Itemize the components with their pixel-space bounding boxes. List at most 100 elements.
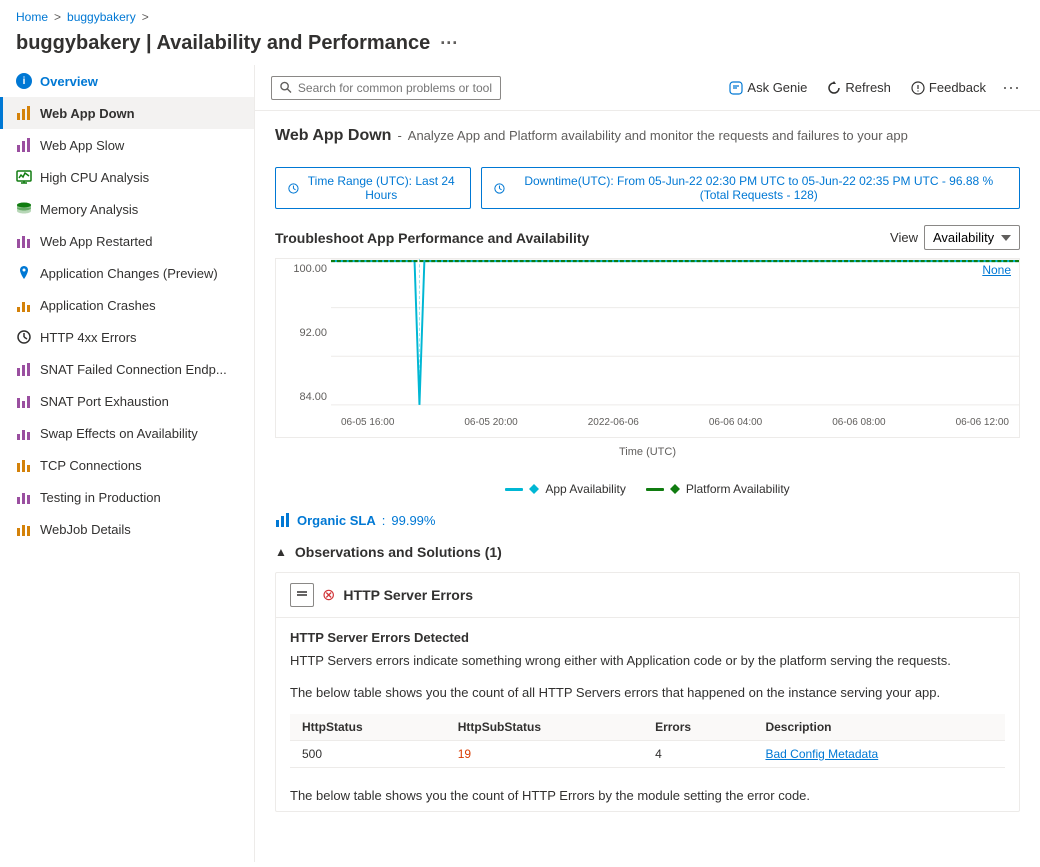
sidebar-overview-label: Overview <box>40 74 98 89</box>
sidebar-high-cpu-label: High CPU Analysis <box>40 170 149 185</box>
chart-section: Troubleshoot App Performance and Availab… <box>275 225 1020 496</box>
section-heading: Web App Down - Analyze App and Platform … <box>275 127 1020 157</box>
main-content: Web App Down - Analyze App and Platform … <box>255 111 1040 862</box>
sidebar-item-overview[interactable]: i Overview <box>0 65 254 97</box>
breadcrumb: Home > buggybakery > <box>0 0 1040 28</box>
location-icon <box>16 265 32 281</box>
col-http-status: HttpStatus <box>290 714 446 741</box>
refresh-label: Refresh <box>845 80 891 95</box>
sidebar-item-high-cpu[interactable]: High CPU Analysis <box>0 161 254 193</box>
obs-detected-title: HTTP Server Errors Detected <box>290 630 1005 645</box>
legend-platform-color <box>646 488 664 491</box>
time-range-button[interactable]: Time Range (UTC): Last 24 Hours <box>275 167 471 209</box>
legend-platform-arrow <box>670 484 680 494</box>
chart-y-axis: 100.00 92.00 84.00 <box>276 259 331 407</box>
tcp-icon <box>16 457 32 473</box>
y-val-2: 92.00 <box>276 327 327 339</box>
x-label-3: 2022-06-06 <box>588 417 639 428</box>
obs-card-title: HTTP Server Errors <box>343 587 473 603</box>
chevron-up-icon: ▲ <box>275 545 287 559</box>
sidebar-snat-port-label: SNAT Port Exhaustion <box>40 394 169 409</box>
clock-icon-btn <box>288 182 299 195</box>
sidebar-testing-label: Testing in Production <box>40 490 161 505</box>
monitor-icon <box>16 169 32 185</box>
view-label: View <box>890 230 918 245</box>
obs-table-header-row: HttpStatus HttpSubStatus Errors Descript… <box>290 714 1005 741</box>
sidebar-webjob-label: WebJob Details <box>40 522 131 537</box>
chart-x-axis: 06-05 16:00 06-05 20:00 2022-06-06 06-06… <box>331 407 1019 437</box>
snat-failed-icon <box>16 361 32 377</box>
search-icon <box>280 81 292 94</box>
refresh-button[interactable]: Refresh <box>819 76 899 99</box>
sidebar-item-app-changes[interactable]: Application Changes (Preview) <box>0 257 254 289</box>
sla-bar-icon <box>275 512 291 528</box>
sla-separator: : <box>382 513 386 528</box>
y-val-1: 100.00 <box>276 263 327 275</box>
sidebar-item-swap-effects[interactable]: Swap Effects on Availability <box>0 417 254 449</box>
sla-value: 99.99% <box>391 513 435 528</box>
sidebar-tcp-label: TCP Connections <box>40 458 142 473</box>
sidebar-memory-label: Memory Analysis <box>40 202 138 217</box>
search-box[interactable] <box>271 76 501 100</box>
section-subtitle: Analyze App and Platform availability an… <box>408 128 908 143</box>
view-dropdown[interactable]: Availability <box>924 225 1020 250</box>
ask-genie-button[interactable]: Ask Genie <box>721 76 815 99</box>
feedback-button[interactable]: Feedback <box>903 76 994 99</box>
collapse-icon <box>297 591 307 599</box>
obs-desc1: HTTP Servers errors indicate something w… <box>290 651 1005 671</box>
feedback-label: Feedback <box>929 80 986 95</box>
obs-footer: The below table shows you the count of H… <box>276 780 1019 811</box>
genie-icon <box>729 81 743 95</box>
sidebar-item-webjob[interactable]: WebJob Details <box>0 513 254 545</box>
sidebar-item-memory[interactable]: Memory Analysis <box>0 193 254 225</box>
sidebar-item-web-app-slow[interactable]: Web App Slow <box>0 129 254 161</box>
sla-section: Organic SLA : 99.99% <box>275 512 1020 528</box>
breadcrumb-sep2: > <box>142 10 149 24</box>
sidebar-item-snat-failed[interactable]: SNAT Failed Connection Endp... <box>0 353 254 385</box>
sidebar-item-testing[interactable]: Testing in Production <box>0 481 254 513</box>
legend-app: App Availability <box>505 482 626 496</box>
chart-x-title: Time (UTC) <box>275 446 1020 458</box>
x-title-text: Time (UTC) <box>619 446 676 458</box>
legend-platform: Platform Availability <box>646 482 790 496</box>
breadcrumb-home[interactable]: Home <box>16 10 48 24</box>
status-cell: 500 <box>290 741 446 768</box>
search-input[interactable] <box>298 81 492 95</box>
sidebar-item-snat-port[interactable]: SNAT Port Exhaustion <box>0 385 254 417</box>
chart-header: Troubleshoot App Performance and Availab… <box>275 225 1020 250</box>
obs-footer-text: The below table shows you the count of H… <box>290 788 810 803</box>
breadcrumb-sep1: > <box>54 10 61 24</box>
col-errors: Errors <box>643 714 753 741</box>
sidebar-item-web-app-restarted[interactable]: Web App Restarted <box>0 225 254 257</box>
sidebar-item-app-crashes[interactable]: Application Crashes <box>0 289 254 321</box>
x-label-5: 06-06 08:00 <box>832 417 885 428</box>
sidebar-item-http-errors[interactable]: HTTP 4xx Errors <box>0 321 254 353</box>
collapse-button[interactable] <box>290 583 314 607</box>
bar-chart-icon2 <box>16 137 32 153</box>
toolbar: Ask Genie Refresh Feedback ··· <box>255 65 1040 111</box>
chart-title: Troubleshoot App Performance and Availab… <box>275 230 589 246</box>
downtime-button[interactable]: Downtime(UTC): From 05-Jun-22 02:30 PM U… <box>481 167 1020 209</box>
sidebar-http-errors-label: HTTP 4xx Errors <box>40 330 137 345</box>
sidebar-item-tcp[interactable]: TCP Connections <box>0 449 254 481</box>
observations-title: Observations and Solutions (1) <box>295 544 502 560</box>
sidebar-app-crashes-label: Application Crashes <box>40 298 156 313</box>
page-title: buggybakery | Availability and Performan… <box>16 32 430 55</box>
more-options-button[interactable]: ··· <box>998 73 1024 102</box>
x-label-6: 06-06 12:00 <box>956 417 1009 428</box>
time-buttons-row: Time Range (UTC): Last 24 Hours Downtime… <box>275 167 1020 209</box>
clock-icon-btn2 <box>494 182 505 195</box>
observations-header[interactable]: ▲ Observations and Solutions (1) <box>275 544 1020 560</box>
errors-cell: 4 <box>643 741 753 768</box>
obs-table: HttpStatus HttpSubStatus Errors Descript… <box>290 714 1005 768</box>
page-title-more[interactable]: ··· <box>440 33 458 54</box>
sidebar-web-app-restarted-label: Web App Restarted <box>40 234 153 249</box>
x-label-1: 06-05 16:00 <box>341 417 394 428</box>
sidebar-snat-failed-label: SNAT Failed Connection Endp... <box>40 362 227 377</box>
description-cell[interactable]: Bad Config Metadata <box>753 741 1005 768</box>
breadcrumb-bakery[interactable]: buggybakery <box>67 10 136 24</box>
sidebar-item-web-app-down[interactable]: Web App Down <box>0 97 254 129</box>
chart-legend: App Availability Platform Availability <box>275 482 1020 496</box>
sla-label: Organic SLA <box>297 513 376 528</box>
obs-card-header: ⊗ HTTP Server Errors <box>276 573 1019 618</box>
